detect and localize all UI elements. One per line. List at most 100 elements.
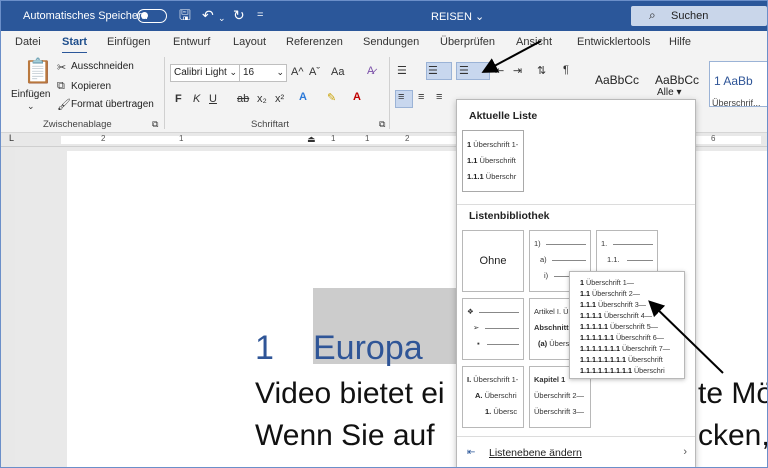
tile-line: i) [544, 271, 549, 280]
font-color-icon[interactable]: A [353, 91, 361, 103]
paste-icon[interactable]: 📋 [23, 57, 53, 86]
tile-line: 1) [534, 239, 541, 248]
tab-datei[interactable]: Datei [15, 36, 41, 48]
font-size-field[interactable]: 16 ⌄ [239, 64, 287, 82]
font-launcher-icon[interactable]: ⧉ [379, 119, 385, 130]
paste-dropdown-icon[interactable]: ⌄ [27, 101, 35, 112]
tile-line: Kapitel 1 [534, 375, 566, 384]
title-chevron-icon: ⌄ [475, 11, 485, 23]
change-case-button[interactable]: Aa [331, 66, 344, 78]
styles-all-button[interactable]: Alle ▾ [657, 87, 682, 98]
tab-entwurf[interactable]: Entwurf [173, 36, 210, 48]
font-name-field[interactable]: Calibri Light ⌄ [170, 64, 240, 82]
bullets-icon[interactable]: ☰ [397, 64, 407, 77]
clipboard-group-label: Zwischenablage [43, 119, 112, 130]
current-list-header: Aktuelle Liste [469, 110, 538, 122]
tile-line: Abschnitt [534, 323, 569, 332]
decrease-indent-icon[interactable]: ⇤ [495, 64, 504, 77]
autosave-toggle[interactable] [137, 9, 167, 23]
format-painter-icon[interactable]: 🖌 [57, 98, 71, 111]
grow-font-icon[interactable]: A^ [291, 66, 304, 78]
dropdown-separator [457, 204, 695, 205]
ruler-number: 6 [711, 134, 716, 143]
ruler-number: 1 [179, 134, 184, 143]
tab-hilfe[interactable]: Hilfe [669, 36, 691, 48]
align-right-icon[interactable]: ≡ [436, 91, 442, 103]
undo-dropdown-icon[interactable]: ⌄ [218, 10, 226, 26]
list-level-icon: ⇤ [467, 447, 476, 458]
tile-line: ▪ [477, 339, 480, 348]
list-style-none[interactable]: Ohne [462, 230, 524, 292]
highlight-color-icon[interactable]: ✎ [327, 91, 336, 104]
list-style-bullets[interactable]: ❖ ➢ ▪ [462, 298, 524, 360]
tab-stop-icon[interactable]: L [9, 133, 14, 143]
tab-referenzen[interactable]: Referenzen [286, 36, 343, 48]
copy-button[interactable]: Kopieren [71, 81, 111, 92]
tile-line: ❖ [467, 307, 474, 316]
body-line-1[interactable]: Video bietet ei [255, 377, 445, 411]
redo-icon[interactable]: ↻ [233, 7, 245, 23]
current-list-tile[interactable]: 1 Überschrift 1- 1.1 Überschrift 1.1.1 Ü… [462, 130, 524, 192]
font-size-dropdown-icon: ⌄ [276, 67, 284, 77]
copy-icon[interactable]: ⧉ [57, 80, 65, 93]
body-line-2-end[interactable]: cken, [698, 419, 767, 453]
tab-ueberpruefen[interactable]: Überprüfen [440, 36, 495, 48]
italic-button[interactable]: K [193, 93, 200, 105]
indent-marker-icon[interactable]: ⏏ [307, 134, 316, 145]
word-window: Automatisches Speichern 🖫 ↶ ⌄ ↻ = REISEN… [0, 0, 768, 468]
show-marks-icon[interactable]: ¶ [563, 64, 569, 76]
format-painter-button[interactable]: Format übertragen [71, 99, 154, 110]
subscript-button[interactable]: x₂ [257, 93, 267, 105]
align-center-icon[interactable]: ≡ [418, 91, 424, 103]
autosave-label: Automatisches Speichern [23, 10, 148, 22]
style-heading-1[interactable]: 1 AaBb Überschrif... [709, 61, 767, 108]
shrink-font-icon[interactable]: Aˇ [309, 66, 320, 78]
clipboard-launcher-icon[interactable]: ⧉ [152, 119, 158, 130]
increase-indent-icon[interactable]: ⇥ [513, 64, 522, 77]
numbering-icon[interactable]: ☰ [428, 64, 438, 77]
save-icon[interactable]: 🖫 [179, 7, 191, 23]
undo-icon[interactable]: ↶ [202, 7, 214, 23]
font-name-dropdown-icon: ⌄ [229, 67, 237, 77]
strikethrough-button[interactable]: ab [237, 93, 249, 105]
none-label: Ohne [479, 255, 507, 267]
body-line-2[interactable]: Wenn Sie auf [255, 419, 435, 453]
search-label: Suchen [671, 10, 709, 22]
vertical-ruler [1, 147, 15, 467]
heading-number: 1 [255, 329, 274, 367]
style-heading-1-caption: Überschrif... [712, 98, 761, 108]
group-separator [164, 57, 165, 129]
font-group-label: Schriftart [251, 119, 290, 130]
body-line-1-end[interactable]: te Mö [698, 377, 767, 411]
cut-button[interactable]: Ausschneiden [71, 61, 134, 72]
bold-button[interactable]: F [175, 93, 182, 105]
customize-toolbar-icon[interactable]: = [257, 7, 263, 23]
ruler-number: 1 [331, 134, 336, 143]
tab-ansicht[interactable]: Ansicht [516, 36, 552, 48]
tab-layout[interactable]: Layout [233, 36, 266, 48]
dropdown-separator [457, 436, 695, 437]
text-effects-icon[interactable]: A [299, 91, 307, 103]
change-list-level-item[interactable]: ⇤ Listenebene ändern › [457, 438, 695, 467]
superscript-button[interactable]: x² [275, 93, 284, 105]
group-separator [389, 57, 390, 129]
style-no-spacing-label: AaBbCc [655, 73, 700, 87]
cut-icon[interactable]: ✂ [57, 61, 66, 74]
clear-formatting-icon[interactable]: A̷ [367, 65, 374, 77]
font-size-value: 16 [243, 67, 255, 78]
tile-line: 1. [601, 239, 608, 248]
paste-button[interactable]: Einfügen [11, 89, 50, 100]
tab-entwicklertools[interactable]: Entwicklertools [577, 36, 650, 48]
change-list-level-label: Listenebene ändern [489, 447, 582, 459]
tab-start[interactable]: Start [62, 36, 88, 54]
sort-icon[interactable]: ⇅ [537, 64, 546, 77]
document-title[interactable]: REISEN ⌄ [431, 10, 484, 23]
list-style-roman[interactable]: I. Überschrift 1- A. Überschri 1. Übersc [462, 366, 524, 428]
style-standard-label: AaBbCc [595, 73, 640, 87]
search-box[interactable]: ⌕ Suchen [631, 6, 767, 26]
heading-text[interactable]: Europa [313, 329, 423, 368]
underline-button[interactable]: U [209, 93, 217, 105]
multilevel-list-icon: ☰ [459, 65, 469, 77]
tab-sendungen[interactable]: Sendungen [363, 36, 419, 48]
tab-einfuegen[interactable]: Einfügen [107, 36, 150, 48]
